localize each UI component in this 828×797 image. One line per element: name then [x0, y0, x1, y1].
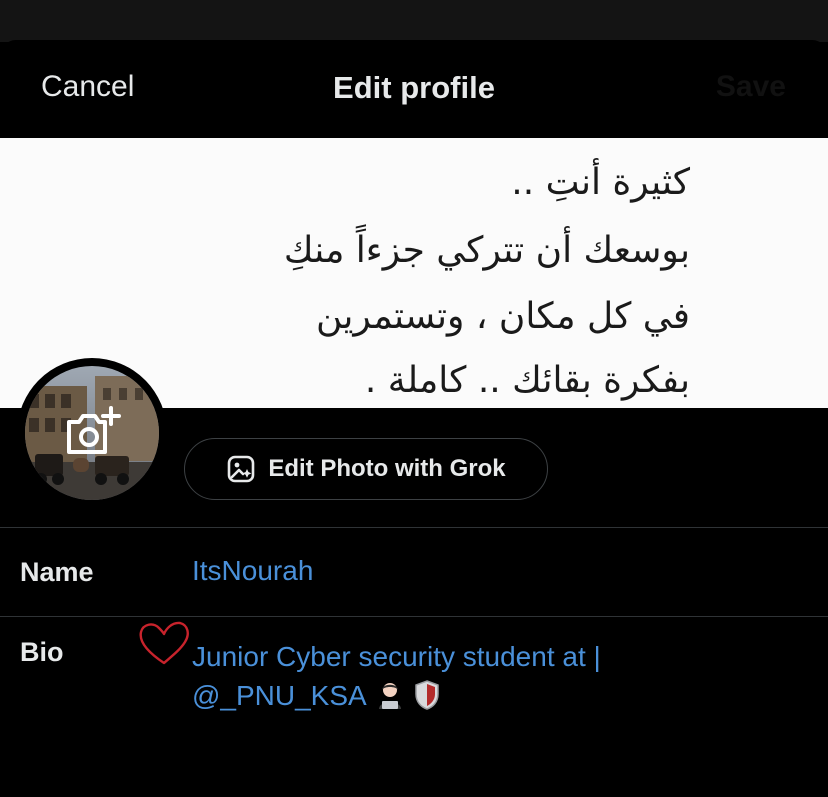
status-strip: [0, 0, 828, 42]
divider-top: [0, 527, 828, 528]
name-label: Name: [20, 557, 94, 587]
divider-middle: [0, 616, 828, 617]
bio-label: Bio: [20, 637, 64, 667]
image-sparkle-icon: [228, 455, 255, 483]
banner-line-2: بوسعك أن تتركي جزءاً منكِ: [284, 224, 690, 271]
bio-field[interactable]: Junior Cyber security student at | @_PNU…: [192, 637, 812, 715]
camera-plus-icon[interactable]: [63, 404, 123, 460]
banner-line-1: كثيرة أنتِ ..: [511, 158, 691, 203]
bio-mention[interactable]: @_PNU_KSA: [192, 680, 367, 711]
grok-button-label: Edit Photo with Grok: [268, 455, 506, 482]
banner-line-4: بفكرة بقائك .. كاملة .: [365, 360, 690, 401]
edit-profile-sheet: Cancel Edit profile Save كثيرة أنتِ .. ب…: [0, 40, 828, 797]
edit-photo-with-grok-button[interactable]: Edit Photo with Grok: [184, 438, 548, 500]
name-field[interactable]: ItsNourah: [192, 555, 313, 587]
page-title: Edit profile: [333, 70, 495, 105]
shield-emoji-icon: [414, 680, 439, 710]
woman-technologist-emoji-icon: [378, 683, 401, 709]
bio-line-1: Junior Cyber security student at |: [192, 641, 601, 672]
heart-icon: [136, 619, 192, 669]
banner-line-3: في كل مكان ، وتستمرين: [316, 296, 690, 337]
bio-line-2: @_PNU_KSA: [192, 676, 812, 715]
save-button[interactable]: Save: [716, 70, 786, 104]
header-bar: Cancel Edit profile Save: [0, 40, 828, 138]
